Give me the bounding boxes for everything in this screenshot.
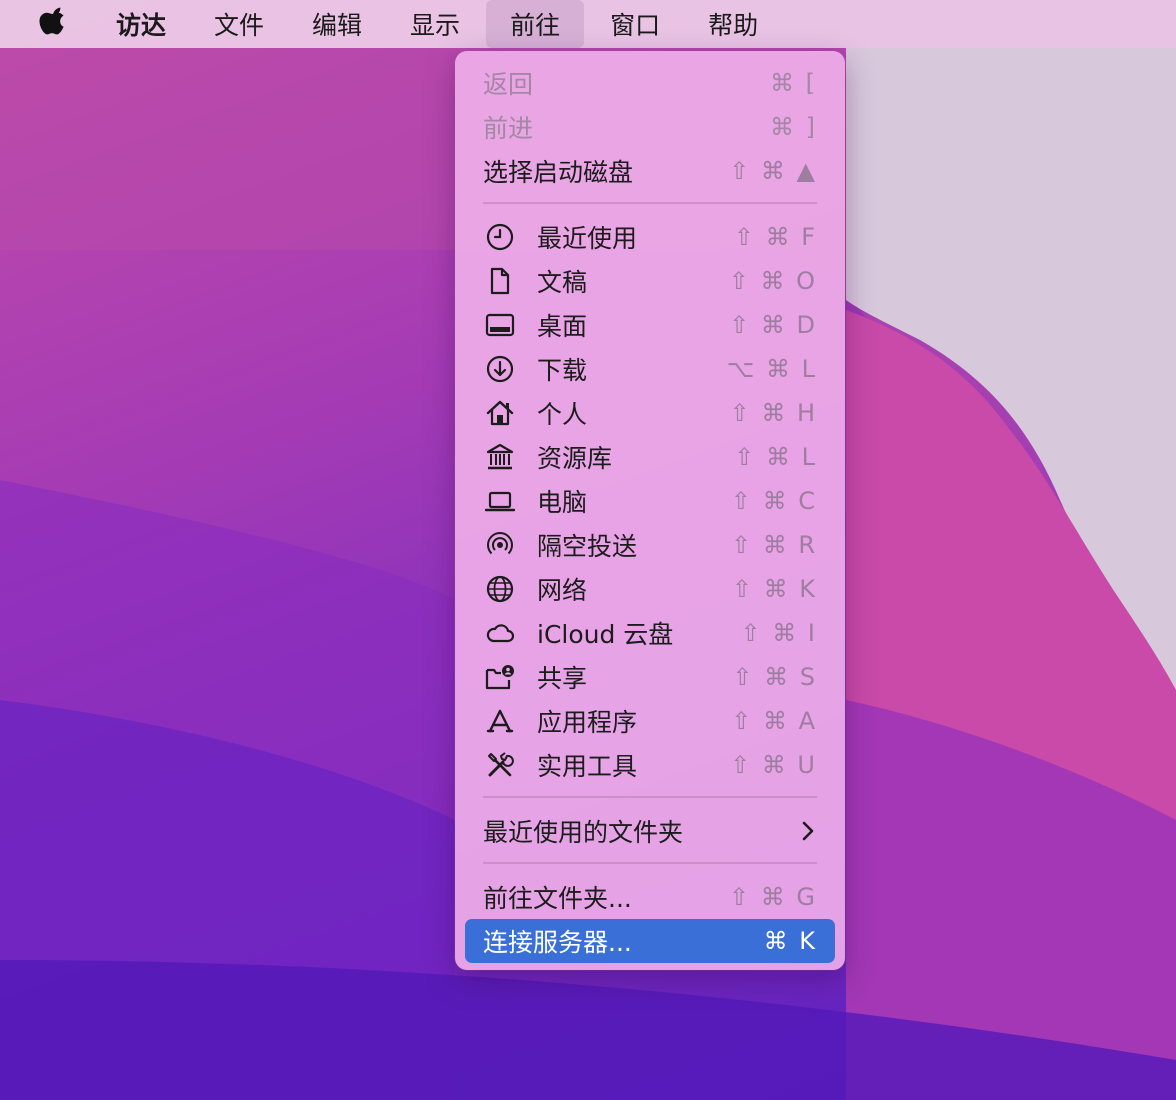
menu-window[interactable]: 窗口 [586, 0, 684, 48]
menu-item-shortcut: ⇧ ⌘ A [731, 707, 817, 735]
menu-item-label: 连接服务器... [483, 928, 632, 957]
menu-view[interactable]: 显示 [386, 0, 484, 48]
menu-item-label: 选择启动磁盘 [483, 158, 634, 187]
menu-separator [483, 202, 817, 204]
menu-item-utilities[interactable]: 实用工具 ⇧ ⌘ U [465, 743, 835, 787]
menu-item-computer[interactable]: 电脑 ⇧ ⌘ C [465, 479, 835, 523]
menu-item-label: 返回 [483, 70, 534, 99]
menu-item-shortcut: ⌥ ⌘ L [726, 355, 817, 383]
airdrop-icon [487, 532, 513, 555]
cloud-icon [486, 624, 515, 643]
menu-item-shortcut: ⇧ ⌘ H [729, 399, 817, 427]
shared-folder-icon [485, 665, 514, 690]
laptop-icon [485, 491, 515, 512]
menu-item-label: 实用工具 [537, 752, 638, 781]
menu-item-shortcut: ⇧ ⌘ O [728, 267, 817, 295]
desktop-icon [485, 313, 515, 337]
menu-go[interactable]: 前往 [486, 0, 585, 48]
menu-item-library[interactable]: 资源库 ⇧ ⌘ L [465, 435, 835, 479]
home-icon [486, 400, 514, 426]
menu-item-label: 桌面 [537, 312, 588, 341]
menu-item-label: 前往文件夹... [483, 884, 632, 913]
clock-icon [486, 223, 514, 251]
globe-icon [486, 575, 514, 603]
menu-item-shortcut: ⌘ [ [770, 69, 817, 97]
menu-item-airdrop[interactable]: 隔空投送 ⇧ ⌘ R [465, 523, 835, 567]
utilities-icon [488, 752, 514, 777]
chevron-right-icon [802, 821, 814, 841]
menu-item-startup-disk[interactable]: 选择启动磁盘 ⇧ ⌘ ▲ [465, 149, 835, 193]
menu-item-shortcut: ⇧ ⌘ K [731, 575, 817, 603]
menu-item-label: 最近使用的文件夹 [483, 818, 684, 847]
menu-item-label: 文稿 [537, 268, 588, 297]
menu-item-desktop[interactable]: 桌面 ⇧ ⌘ D [465, 303, 835, 347]
menu-item-shortcut: ⇧ ⌘ L [734, 443, 817, 471]
menu-file[interactable]: 文件 [190, 0, 288, 48]
menu-item-network[interactable]: 网络 ⇧ ⌘ K [465, 567, 835, 611]
menu-bar: 访达 文件 编辑 显示 前往 窗口 帮助 [0, 0, 1176, 48]
menu-item-label: 个人 [537, 400, 588, 429]
menu-item-label: 网络 [537, 576, 588, 605]
menu-item-shortcut: ⇧ ⌘ G [729, 883, 817, 911]
menu-app-finder[interactable]: 访达 [90, 0, 190, 48]
document-icon [490, 267, 510, 295]
applications-icon [486, 709, 514, 733]
menu-item-label: 资源库 [537, 444, 613, 473]
menu-item-shortcut: ⌘ K [763, 927, 817, 955]
menu-help[interactable]: 帮助 [684, 0, 782, 48]
menu-item-shortcut: ⇧ ⌘ S [732, 663, 817, 691]
menu-item-shortcut: ⌘ ] [770, 113, 817, 141]
menu-item-shortcut: ⇧ ⌘ ▲ [729, 157, 817, 185]
menu-item-downloads[interactable]: 下载 ⌥ ⌘ L [465, 347, 835, 391]
menu-item-forward[interactable]: 前进 ⌘ ] [465, 105, 835, 149]
menu-item-back[interactable]: 返回 ⌘ [ [465, 61, 835, 105]
menu-item-home[interactable]: 个人 ⇧ ⌘ H [465, 391, 835, 435]
menu-item-connect-to-server[interactable]: 连接服务器... ⌘ K [465, 919, 835, 963]
menu-item-recents[interactable]: 最近使用 ⇧ ⌘ F [465, 215, 835, 259]
menu-item-label: 前进 [483, 114, 534, 143]
menu-item-shortcut: ⇧ ⌘ I [740, 619, 817, 647]
library-icon [486, 443, 514, 470]
menu-item-applications[interactable]: 应用程序 ⇧ ⌘ A [465, 699, 835, 743]
menu-item-recent-folders[interactable]: 最近使用的文件夹 [465, 809, 835, 853]
menu-separator [483, 796, 817, 798]
menu-item-label: 应用程序 [537, 708, 638, 737]
menu-item-shortcut: ⇧ ⌘ D [729, 311, 817, 339]
menu-item-shortcut: ⇧ ⌘ U [730, 751, 817, 779]
menu-item-label: 共享 [537, 664, 588, 693]
apple-logo-icon[interactable] [38, 7, 68, 41]
menu-item-shortcut: ⇧ ⌘ C [730, 487, 817, 515]
menu-item-icloud-drive[interactable]: iCloud 云盘 ⇧ ⌘ I [465, 611, 835, 655]
menu-item-label: 电脑 [537, 488, 588, 517]
menu-item-go-to-folder[interactable]: 前往文件夹... ⇧ ⌘ G [465, 875, 835, 919]
menu-item-shortcut: ⇧ ⌘ F [733, 223, 817, 251]
menu-item-shared[interactable]: 共享 ⇧ ⌘ S [465, 655, 835, 699]
menu-separator [483, 862, 817, 864]
download-icon [486, 355, 514, 383]
menu-item-label: 最近使用 [537, 224, 638, 253]
menu-item-label: 下载 [537, 356, 588, 385]
menu-item-label: iCloud 云盘 [537, 620, 674, 649]
menu-item-shortcut: ⇧ ⌘ R [730, 531, 817, 559]
menu-item-documents[interactable]: 文稿 ⇧ ⌘ O [465, 259, 835, 303]
go-menu-dropdown: 返回 ⌘ [ 前进 ⌘ ] 选择启动磁盘 ⇧ ⌘ ▲ 最近使用 ⇧ ⌘ F 文稿… [455, 51, 845, 970]
menu-item-label: 隔空投送 [537, 532, 638, 561]
menu-edit[interactable]: 编辑 [288, 0, 386, 48]
